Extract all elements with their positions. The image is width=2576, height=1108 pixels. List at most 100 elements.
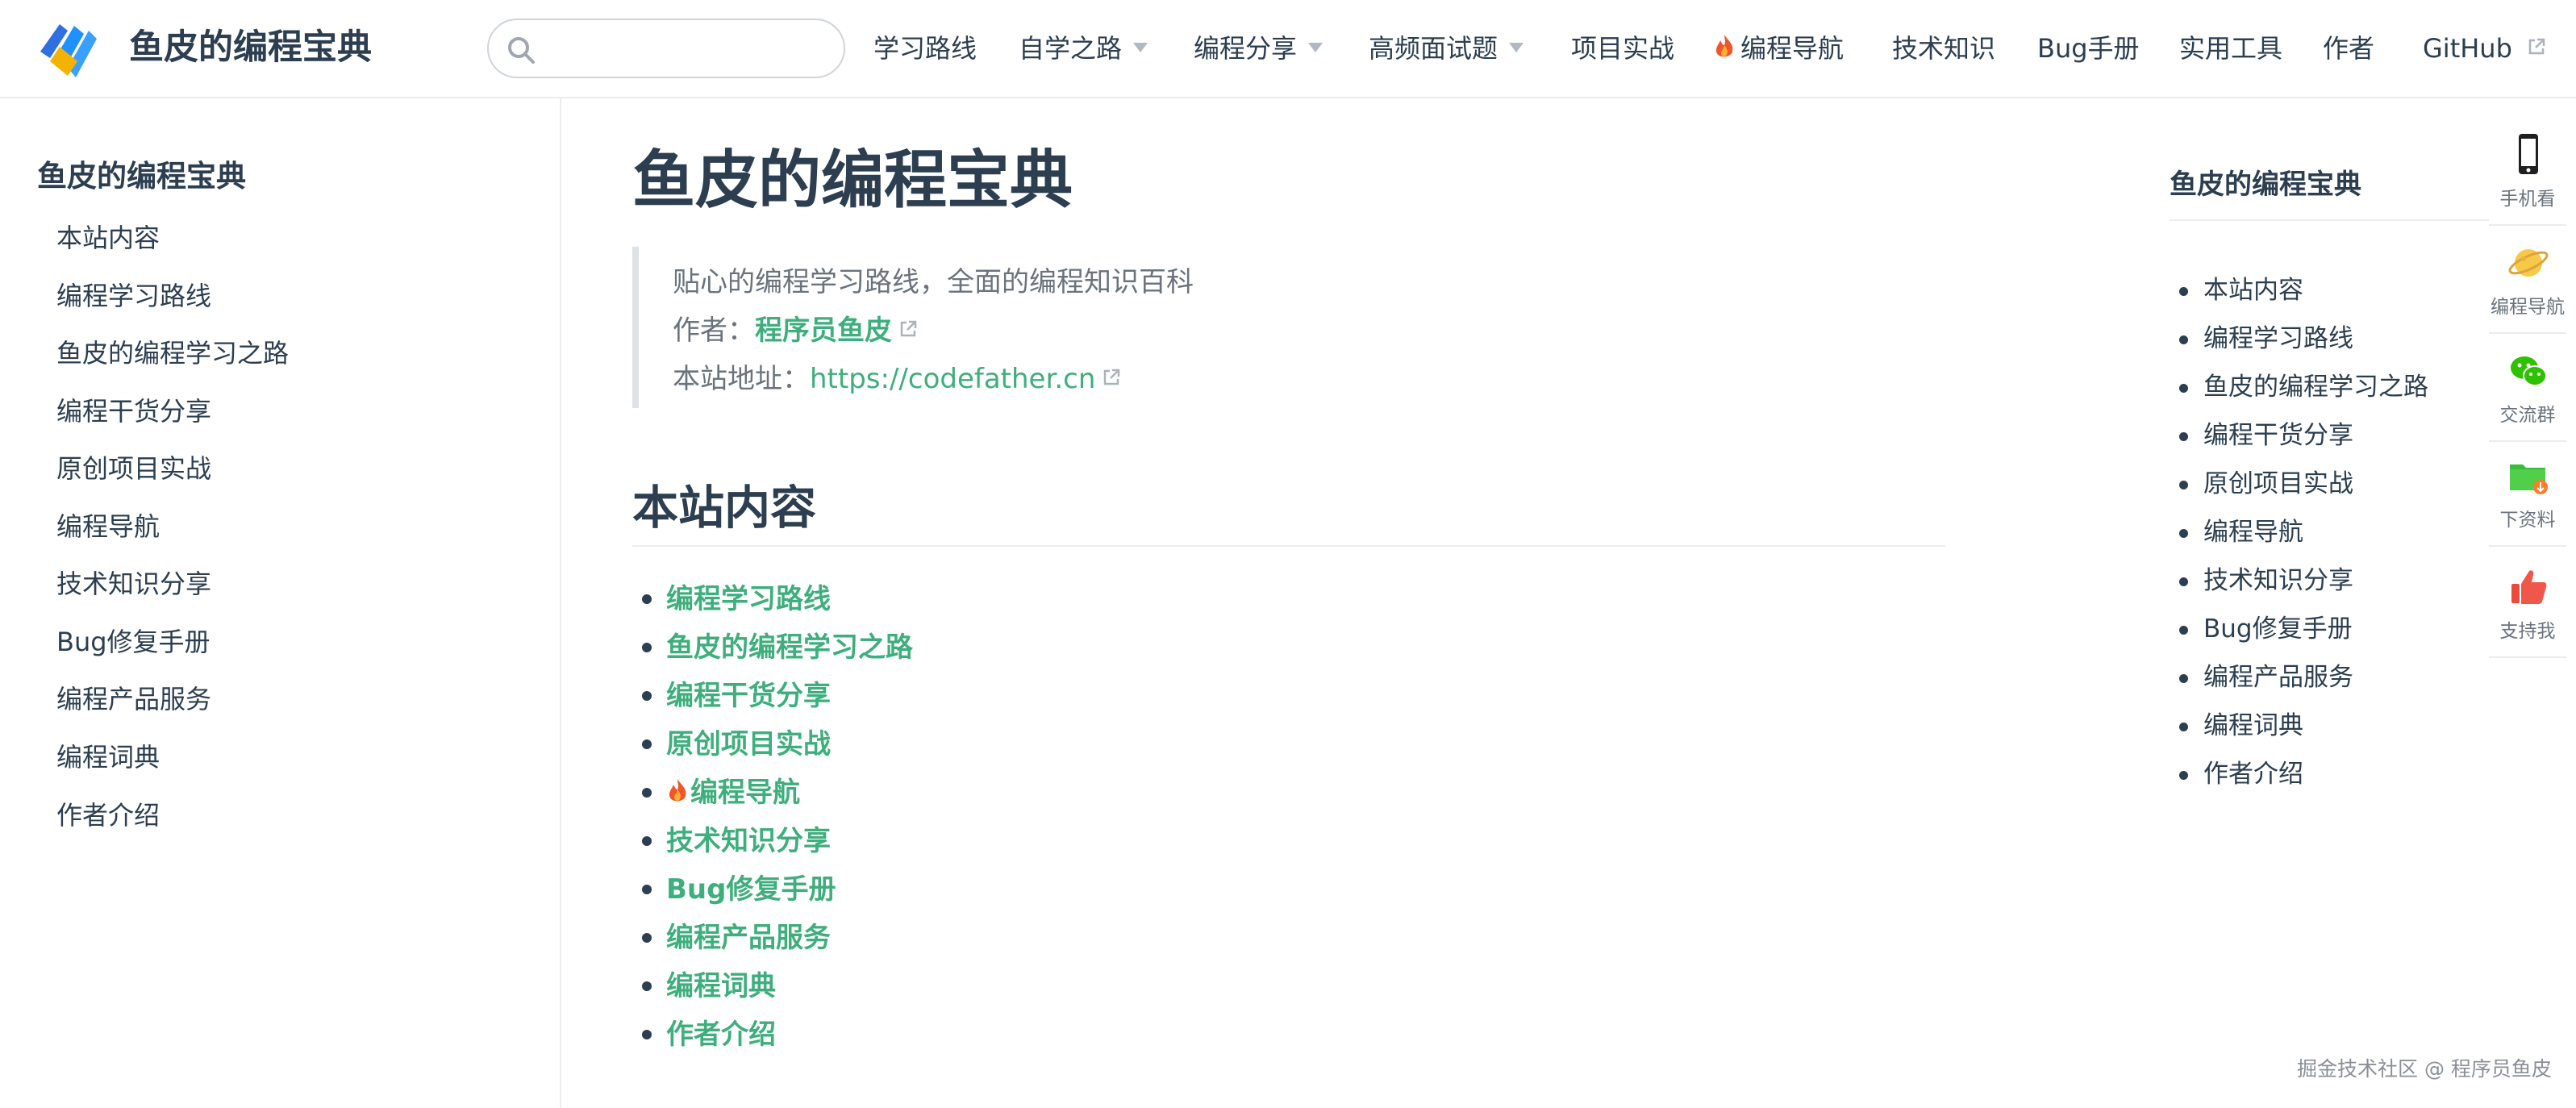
sidebar-item[interactable]: 编程学习路线 (56, 276, 211, 316)
list-bullet (642, 933, 652, 943)
float-tool-label: 支持我 (2499, 621, 2556, 642)
nav-label: 项目实战 (1571, 33, 1675, 64)
content-link[interactable]: Bug修复手册 (666, 868, 836, 910)
toc-item[interactable]: 编程学习路线 (2203, 319, 2353, 358)
nav-item-projects[interactable]: 项目实战 (1571, 27, 1674, 69)
section-divider (632, 545, 1945, 547)
list-bullet (642, 981, 652, 991)
external-link-icon (2528, 38, 2545, 55)
toc-bullet (2179, 674, 2188, 683)
list-bullet (642, 1030, 652, 1039)
toc-item[interactable]: 鱼皮的编程学习之路 (2203, 368, 2428, 406)
search-input[interactable] (547, 28, 829, 70)
content-link[interactable]: 鱼皮的编程学习之路 (666, 627, 913, 669)
sidebar-item[interactable]: 编程词典 (56, 737, 160, 777)
toc-bullet (2179, 287, 2188, 296)
site-url-link[interactable]: https://codefather.cn (810, 363, 1095, 395)
wechat-icon (2511, 356, 2547, 386)
toc-item[interactable]: 技术知识分享 (2203, 561, 2353, 600)
watermark: 掘金技术社区 @ 程序员鱼皮 (2297, 1057, 2552, 1081)
nav-label: 编程分享 (1194, 33, 1298, 64)
float-tool-download[interactable]: 下资料 (2489, 442, 2566, 547)
content-link[interactable]: 编程学习路线 (666, 578, 831, 620)
list-bullet (642, 885, 652, 894)
float-tool-label: 交流群 (2499, 405, 2556, 426)
list-bullet (642, 643, 652, 652)
logo-icon[interactable] (35, 15, 102, 81)
caret-down-icon (1308, 43, 1323, 52)
content-link[interactable]: 技术知识分享 (666, 820, 831, 862)
nav-label: 高频面试题 (1369, 33, 1498, 64)
thumbs-up-icon (2511, 570, 2547, 604)
float-tool-support[interactable]: 支持我 (2489, 553, 2566, 658)
nav-item-coding-nav[interactable]: 编程导航 (1713, 27, 1844, 69)
toc-bullet (2179, 626, 2188, 635)
sidebar-item[interactable]: 编程产品服务 (56, 679, 211, 719)
phone-icon (2519, 134, 2538, 174)
caret-down-icon (1509, 43, 1524, 52)
toc-bullet (2179, 335, 2188, 344)
fire-icon (669, 778, 686, 801)
sidebar-item[interactable]: 技术知识分享 (56, 564, 211, 604)
toc-item[interactable]: 编程导航 (2203, 513, 2303, 552)
toc-bullet (2179, 529, 2188, 538)
nav-item-interview-questions[interactable]: 高频面试题 (1369, 27, 1524, 69)
toc-item[interactable]: 编程产品服务 (2203, 658, 2353, 697)
sidebar-item[interactable]: 原创项目实战 (56, 448, 211, 489)
content-link[interactable]: 编程干货分享 (666, 675, 831, 717)
content-link-label: 编程导航 (690, 777, 800, 809)
toc-bullet (2179, 771, 2188, 780)
toc-item[interactable]: 本站内容 (2203, 271, 2303, 310)
tagline: 贴心的编程学习路线，全面的编程知识百科 (673, 266, 1194, 298)
nav-item-learning-path[interactable]: 学习路线 (873, 27, 977, 69)
content-link[interactable]: 作者介绍 (666, 1014, 776, 1056)
nav-item-tools[interactable]: 实用工具 (2179, 27, 2282, 69)
content-link[interactable]: 编程产品服务 (666, 917, 831, 959)
toc-item[interactable]: 编程词典 (2203, 706, 2303, 745)
toc-divider (2170, 219, 2489, 221)
folder-download-icon (2510, 464, 2548, 494)
site-url-line: 本站地址：https://codefather.cn (673, 358, 1121, 400)
nav-item-tech-knowledge[interactable]: 技术知识 (1892, 27, 1995, 69)
float-tool-label: 下资料 (2499, 510, 2556, 531)
toc-item[interactable]: 作者介绍 (2203, 755, 2303, 794)
nav-item-self-study[interactable]: 自学之路 (1019, 27, 1148, 69)
content-link-coding-nav[interactable]: 编程导航 (666, 772, 800, 814)
sidebar-item[interactable]: 鱼皮的编程学习之路 (56, 333, 289, 373)
sidebar-item[interactable]: 本站内容 (56, 218, 160, 258)
site-name[interactable]: 鱼皮的编程宝典 (129, 24, 372, 71)
sidebar-heading[interactable]: 鱼皮的编程宝典 (37, 156, 246, 197)
sidebar-item[interactable]: 作者介绍 (56, 795, 160, 835)
toc-bullet (2179, 481, 2188, 489)
section-title: 本站内容 (632, 481, 816, 535)
search-icon (508, 37, 535, 64)
toc-item[interactable]: 编程干货分享 (2203, 416, 2353, 455)
toc-bullet (2179, 432, 2188, 441)
nav-label: 编程导航 (1740, 33, 1844, 64)
nav-item-author[interactable]: 作者 (2323, 27, 2374, 69)
float-tool-coding-nav[interactable]: 编程导航 (2489, 229, 2566, 334)
toc-item[interactable]: 原创项目实战 (2203, 464, 2353, 503)
float-tool-label: 手机看 (2499, 189, 2556, 210)
external-link-icon (1104, 369, 1120, 385)
content-link[interactable]: 原创项目实战 (666, 723, 831, 765)
nav-label: Bug手册 (2037, 33, 2140, 64)
toc-item[interactable]: Bug修复手册 (2203, 610, 2353, 648)
float-tool-mobile[interactable]: 手机看 (2489, 121, 2566, 226)
search-box[interactable] (487, 19, 845, 78)
nav-label: 实用工具 (2179, 33, 2283, 64)
nav-label: 作者 (2323, 33, 2375, 64)
sidebar-item[interactable]: 编程导航 (56, 506, 160, 547)
nav-item-programming-share[interactable]: 编程分享 (1194, 27, 1323, 69)
page-title: 鱼皮的编程宝典 (632, 144, 1073, 217)
float-tool-label: 编程导航 (2491, 297, 2565, 318)
nav-item-bug-manual[interactable]: Bug手册 (2037, 27, 2140, 69)
toc-heading[interactable]: 鱼皮的编程宝典 (2170, 165, 2361, 205)
float-tool-group-chat[interactable]: 交流群 (2489, 337, 2566, 442)
sidebar: 鱼皮的编程宝典 本站内容 编程学习路线 鱼皮的编程学习之路 编程干货分享 原创项… (0, 98, 561, 1108)
content-link[interactable]: 编程词典 (666, 965, 776, 1007)
sidebar-item[interactable]: Bug修复手册 (56, 622, 210, 662)
author-link[interactable]: 程序员鱼皮 (755, 314, 892, 347)
nav-item-github[interactable]: GitHub (2423, 27, 2546, 69)
sidebar-item[interactable]: 编程干货分享 (56, 391, 211, 431)
